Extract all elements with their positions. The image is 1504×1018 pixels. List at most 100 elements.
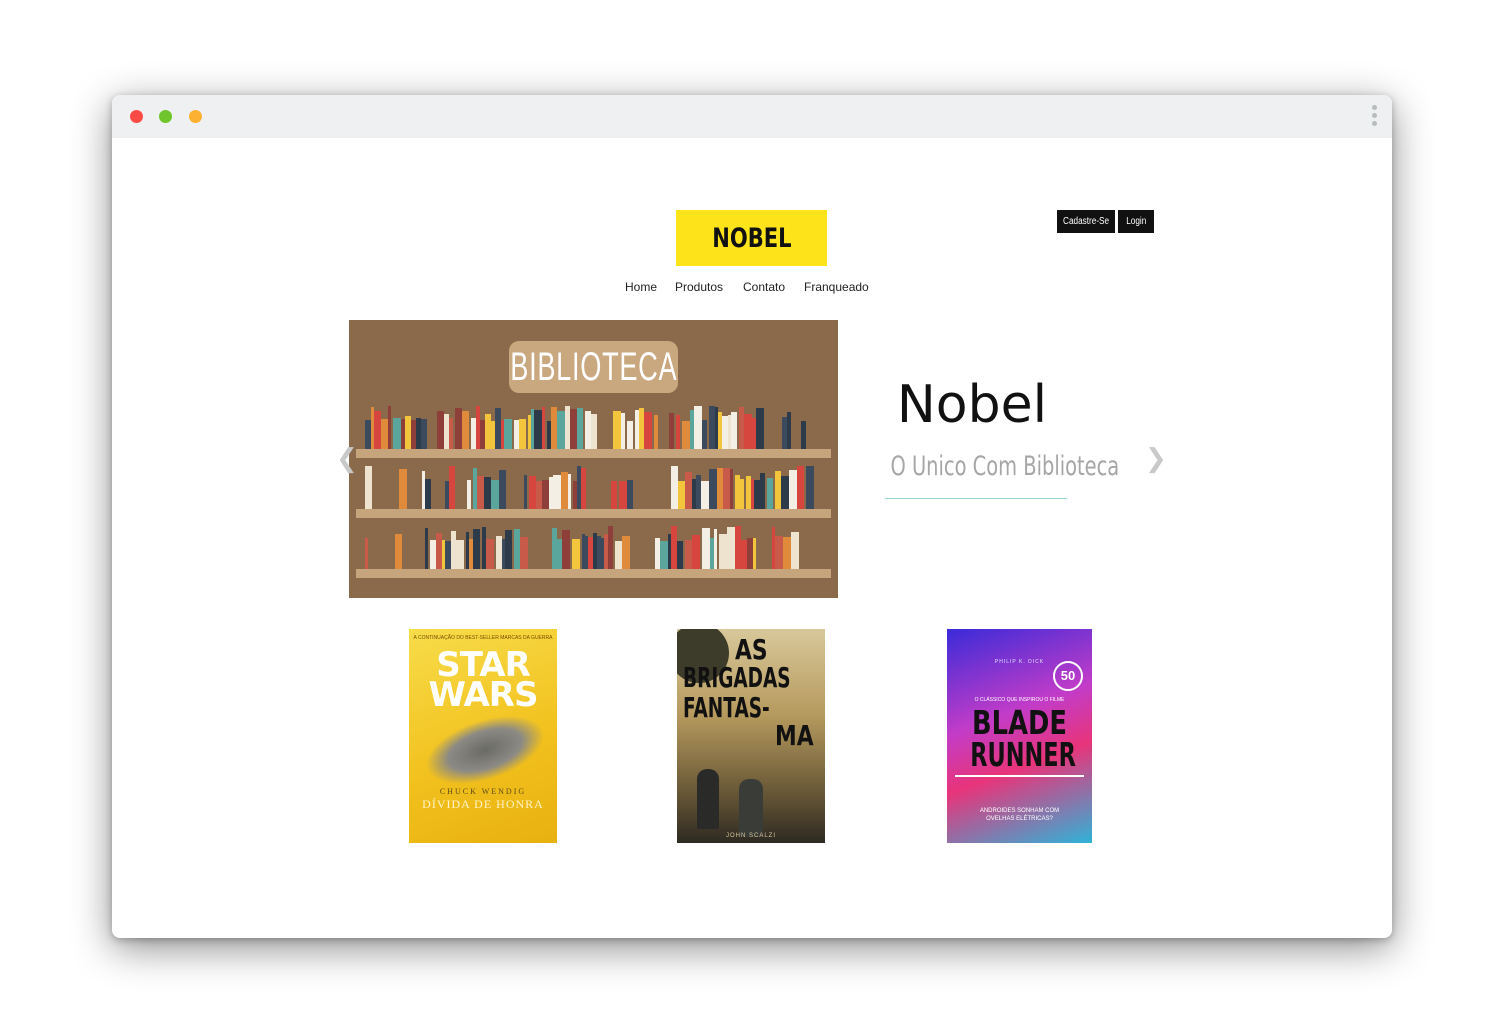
book-spine <box>561 472 568 509</box>
book-spine <box>702 420 707 449</box>
browser-titlebar <box>112 95 1392 138</box>
book-spine <box>462 411 469 449</box>
book-spine <box>504 419 512 449</box>
book-spine <box>611 481 617 509</box>
book-spine <box>467 480 471 509</box>
book-spine <box>627 480 633 509</box>
book-spine <box>682 421 690 449</box>
book-spine <box>520 537 528 569</box>
soldier-figure <box>739 779 763 837</box>
carousel-subtitle: O Unico Com Biblioteca <box>846 451 1119 482</box>
book-spine <box>669 413 674 449</box>
book-spine <box>449 466 455 509</box>
book-spine <box>806 466 814 509</box>
book-spine <box>477 476 484 509</box>
book-spine <box>613 411 621 449</box>
book-spine <box>491 480 499 509</box>
book-spine <box>685 540 692 569</box>
book-spine <box>615 541 622 569</box>
nav-produtos[interactable]: Produtos <box>675 280 723 294</box>
book-cover-blade-runner[interactable]: PHILIP K. DICK 50 O CLÁSSICO QUE INSPIRO… <box>947 629 1092 843</box>
book-spine <box>568 474 571 509</box>
book-spine <box>570 409 577 449</box>
book-spine <box>723 468 730 509</box>
book-spine <box>660 541 668 569</box>
login-label: Login <box>1125 216 1147 227</box>
book-spine <box>608 526 613 569</box>
book-spine <box>677 541 683 569</box>
spaceship-illustration <box>418 703 552 797</box>
book-spine <box>694 406 702 449</box>
book-spine <box>374 411 381 449</box>
book-spine <box>524 475 527 509</box>
book-subtitle: DÍVIDA DE HONRA <box>422 797 544 811</box>
shelf <box>356 449 831 458</box>
book-spine <box>654 415 658 449</box>
carousel-subtitle-text: O Unico Com Biblioteca <box>890 451 1120 482</box>
book-spine <box>731 412 737 449</box>
chevron-left-icon[interactable]: ❮ <box>336 446 358 472</box>
close-window-button[interactable] <box>130 110 143 123</box>
browser-window: NOBEL Cadastre-Se Login Home Produtos Co… <box>112 95 1392 938</box>
minimize-window-button[interactable] <box>159 110 172 123</box>
book-author: JOHN SCALZI <box>725 833 776 839</box>
book-spine <box>449 418 453 449</box>
book-spine <box>740 479 744 509</box>
book-title-line: RUNNER <box>970 735 1076 774</box>
book-spine <box>529 476 536 509</box>
kebab-menu-icon[interactable] <box>1372 105 1378 129</box>
book-spine <box>702 528 710 569</box>
book-cover-brigadas-fantasma[interactable]: AS BRIGADAS FANTAS- MA JOHN SCALZI <box>677 629 825 843</box>
book-title-line: BRIGADAS <box>683 661 791 694</box>
site-logo-text: NOBEL <box>711 222 792 254</box>
book-spine <box>455 408 462 449</box>
shelf <box>356 509 831 518</box>
book-spine <box>395 534 402 569</box>
book-spine <box>797 466 804 509</box>
book-spine <box>730 469 733 509</box>
book-spine <box>627 421 633 449</box>
book-spine <box>572 539 580 569</box>
book-spine <box>781 476 789 509</box>
book-spine <box>719 534 727 569</box>
book-spine <box>581 468 586 509</box>
divider <box>885 498 1067 499</box>
book-spine <box>486 539 494 569</box>
maximize-window-button[interactable] <box>189 110 202 123</box>
book-spine <box>437 411 444 449</box>
chevron-right-icon[interactable]: ❯ <box>1145 446 1167 472</box>
book-spine <box>421 419 427 449</box>
book-spine <box>577 408 583 449</box>
book-cover-star-wars[interactable]: A CONTINUAÇÃO DO BEST-SELLER MARCAS DA G… <box>409 629 557 843</box>
book-spine <box>619 481 627 509</box>
book-spine <box>767 478 773 509</box>
book-spine <box>789 470 797 509</box>
book-spine <box>727 527 735 569</box>
signup-label: Cadastre-Se <box>1062 216 1110 227</box>
signup-button[interactable]: Cadastre-Se <box>1057 210 1115 233</box>
book-spine <box>562 530 570 569</box>
book-spine <box>775 536 783 569</box>
carousel-image-bookshelf: BIBLIOTECA <box>349 320 838 598</box>
book-tagline: A CONTINUAÇÃO DO BEST-SELLER MARCAS DA G… <box>413 635 553 641</box>
book-spine <box>791 532 799 569</box>
site-logo[interactable]: NOBEL <box>676 210 827 266</box>
login-button[interactable]: Login <box>1118 210 1154 233</box>
book-spine <box>399 469 407 509</box>
book-spine <box>621 413 625 449</box>
book-spine <box>753 538 756 569</box>
book-spine <box>456 540 464 569</box>
carousel-title: Nobel <box>896 375 1048 435</box>
nav-contato[interactable]: Contato <box>743 280 785 294</box>
book-spine <box>591 414 597 449</box>
book-spine <box>760 473 765 509</box>
nav-franqueado[interactable]: Franqueado <box>804 280 869 294</box>
book-spine <box>671 466 678 509</box>
book-spine <box>801 421 806 449</box>
library-label-text: BIBLIOTECA <box>509 344 678 389</box>
book-spine <box>505 530 512 569</box>
nav-home[interactable]: Home <box>625 280 657 294</box>
book-spine <box>678 481 685 509</box>
book-spine <box>756 408 764 449</box>
book-spine <box>701 481 709 509</box>
